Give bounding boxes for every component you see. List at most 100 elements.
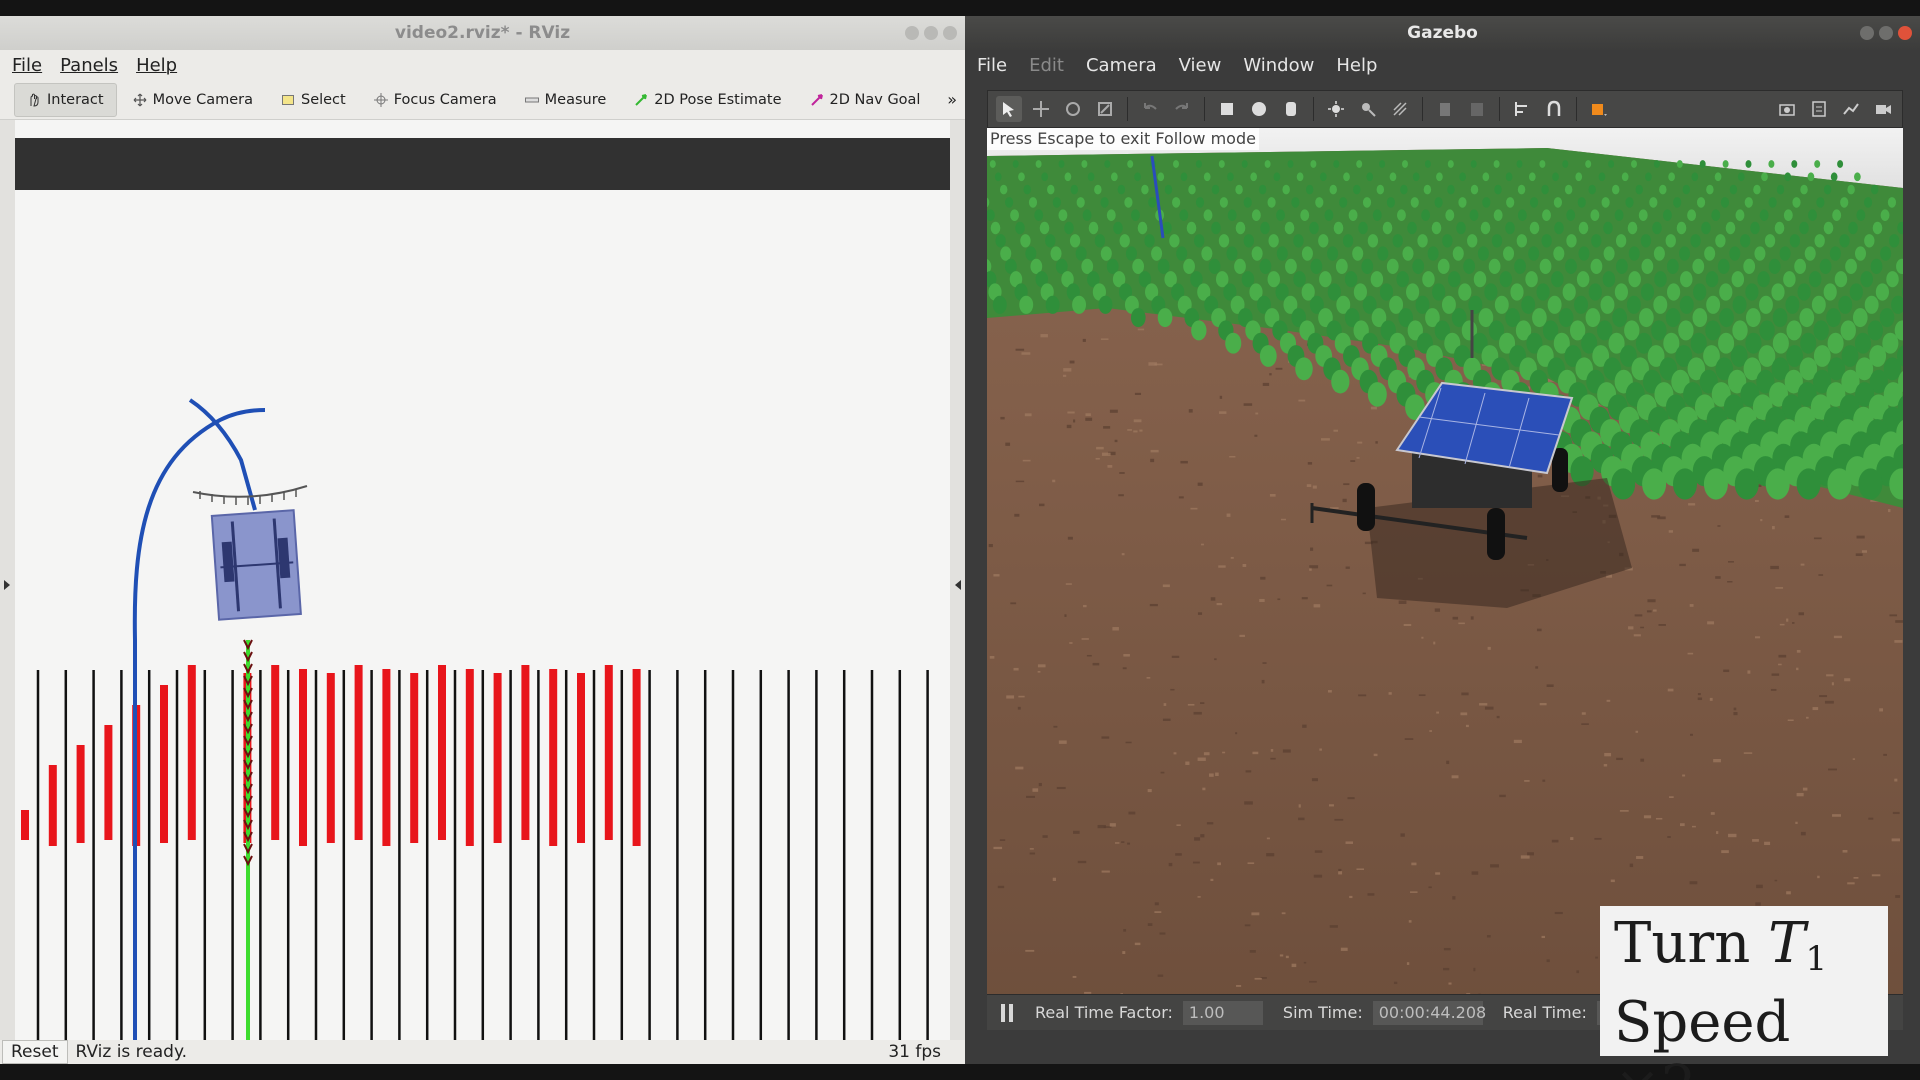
maximize-icon[interactable] xyxy=(924,26,938,40)
gazebo-3d-scene[interactable] xyxy=(987,128,1903,1012)
redo-icon[interactable] xyxy=(1169,96,1195,122)
crop-plant xyxy=(1823,283,1837,301)
crop-plant xyxy=(1880,209,1890,221)
tool-focus-camera[interactable]: Focus Camera xyxy=(362,83,509,117)
spot-light-icon[interactable] xyxy=(1355,96,1381,122)
translate-mode-icon[interactable] xyxy=(1028,96,1054,122)
video-record-icon[interactable] xyxy=(1870,96,1896,122)
soil-speck xyxy=(1202,787,1206,791)
tool-interact[interactable]: Interact xyxy=(14,82,117,117)
crop-plant xyxy=(1352,246,1364,261)
menu-help[interactable]: Help xyxy=(1336,55,1377,76)
soil-speck xyxy=(1328,804,1334,807)
gazebo-title-bar[interactable]: Gazebo xyxy=(965,16,1920,50)
rotate-mode-icon[interactable] xyxy=(1060,96,1086,122)
screenshot-icon[interactable] xyxy=(1774,96,1800,122)
crop-plant xyxy=(1488,258,1501,275)
soil-speck xyxy=(1343,483,1350,486)
crop-plant xyxy=(1558,308,1574,328)
toolbar-overflow-button[interactable]: » xyxy=(947,90,957,109)
menu-help[interactable]: Help xyxy=(136,55,177,76)
crop-plant xyxy=(1100,246,1112,261)
paste-icon[interactable] xyxy=(1464,96,1490,122)
crop-plant xyxy=(1789,234,1801,248)
tool-2d-nav-goal[interactable]: 2D Nav Goal xyxy=(798,83,933,117)
ruler-icon xyxy=(524,97,539,102)
crop-plant xyxy=(1786,345,1803,367)
tool-select[interactable]: Select xyxy=(269,83,358,117)
menu-camera[interactable]: Camera xyxy=(1086,55,1157,76)
soil-speck xyxy=(1653,609,1657,612)
close-icon[interactable] xyxy=(943,26,957,40)
robot-footprint xyxy=(210,509,302,621)
soil-speck xyxy=(1006,695,1015,699)
rviz-3d-viewport[interactable] xyxy=(15,120,950,1054)
crop-plant xyxy=(1839,234,1850,248)
menu-view[interactable]: View xyxy=(1179,55,1222,76)
caption-turn-word: Turn xyxy=(1614,911,1751,976)
crop-plant xyxy=(1867,320,1883,341)
menu-edit[interactable]: Edit xyxy=(1029,55,1064,76)
crop-plant xyxy=(1452,246,1464,261)
soil-speck xyxy=(1062,374,1067,377)
minimize-icon[interactable] xyxy=(1860,26,1874,40)
right-dock-collapse-handle[interactable] xyxy=(950,120,965,1054)
crop-plant xyxy=(1551,271,1564,288)
crop-plant xyxy=(1680,271,1693,288)
soil-speck xyxy=(1435,872,1441,875)
change-view-icon[interactable] xyxy=(1586,96,1612,122)
soil-speck xyxy=(1150,458,1155,463)
log-data-icon[interactable] xyxy=(1806,96,1832,122)
menu-window[interactable]: Window xyxy=(1243,55,1314,76)
soil-speck xyxy=(1345,841,1354,844)
copy-icon[interactable] xyxy=(1432,96,1458,122)
undo-icon[interactable] xyxy=(1137,96,1163,122)
crop-plant xyxy=(1493,209,1503,221)
select-mode-icon[interactable] xyxy=(996,96,1022,122)
menu-file[interactable]: File xyxy=(977,55,1007,76)
directional-light-icon[interactable] xyxy=(1387,96,1413,122)
minimize-icon[interactable] xyxy=(905,26,919,40)
crop-plant xyxy=(1047,184,1055,195)
soil-speck xyxy=(1056,786,1066,790)
plot-icon[interactable] xyxy=(1838,96,1864,122)
crop-plant xyxy=(1442,234,1453,248)
crop-detection-marker xyxy=(271,665,280,840)
crop-plant xyxy=(1591,234,1602,248)
rviz-title-bar[interactable]: video2.rviz* - RViz xyxy=(0,16,965,50)
snap-icon[interactable] xyxy=(1541,96,1567,122)
crop-plant xyxy=(1638,209,1648,221)
menu-file[interactable]: File xyxy=(12,55,42,76)
rviz-window-title: video2.rviz* - RViz xyxy=(394,23,571,43)
box-shape-icon[interactable] xyxy=(1214,96,1240,122)
sphere-shape-icon[interactable] xyxy=(1246,96,1272,122)
cylinder-shape-icon[interactable] xyxy=(1278,96,1304,122)
close-icon[interactable] xyxy=(1898,26,1912,40)
crop-plant xyxy=(1840,197,1849,208)
tool-move-camera[interactable]: Move Camera xyxy=(121,83,265,117)
crop-plant xyxy=(1715,234,1726,248)
scale-mode-icon[interactable] xyxy=(1092,96,1118,122)
tool-2d-pose-estimate[interactable]: 2D Pose Estimate xyxy=(622,83,793,117)
soil-speck xyxy=(1861,550,1868,553)
soil-speck xyxy=(1697,693,1701,696)
soil-speck xyxy=(1546,684,1554,687)
soil-speck xyxy=(1254,977,1262,980)
crop-plant xyxy=(1761,172,1768,182)
left-dock-collapse-handle[interactable] xyxy=(0,120,15,1054)
soil-speck xyxy=(1362,592,1366,595)
crop-plant xyxy=(1566,234,1577,248)
point-light-icon[interactable] xyxy=(1323,96,1349,122)
soil-speck xyxy=(1147,789,1152,793)
maximize-icon[interactable] xyxy=(1879,26,1893,40)
soil-speck xyxy=(1461,692,1469,696)
pause-icon[interactable] xyxy=(1001,1003,1015,1022)
align-icon[interactable] xyxy=(1509,96,1535,122)
tool-measure[interactable]: Measure xyxy=(513,83,619,117)
menu-panels[interactable]: Panels xyxy=(60,55,118,76)
reset-button[interactable]: Reset xyxy=(2,1040,68,1064)
soil-speck xyxy=(1831,682,1834,686)
soil-speck xyxy=(1018,695,1025,698)
crop-plant xyxy=(1699,160,1706,168)
soil-speck xyxy=(1891,838,1901,842)
